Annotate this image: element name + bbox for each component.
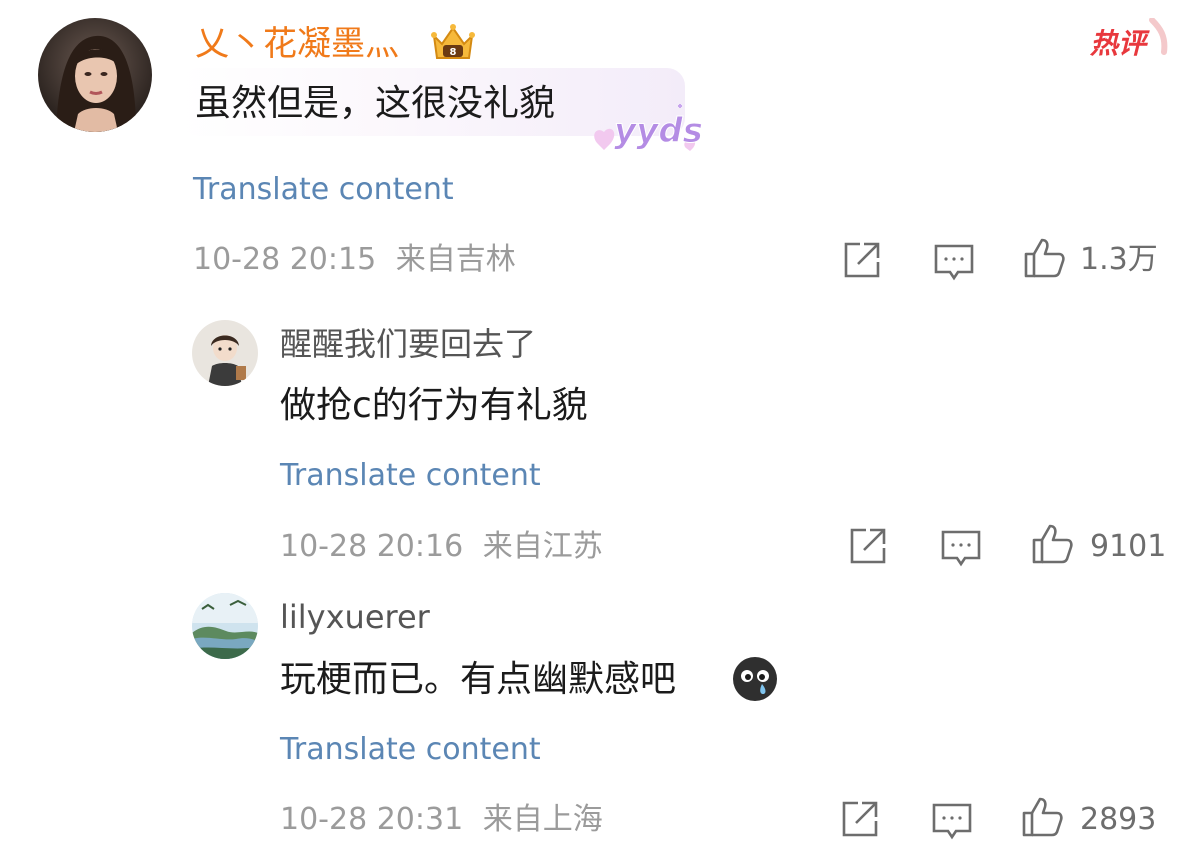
avatar[interactable] (192, 320, 258, 386)
avatar[interactable] (38, 18, 152, 132)
comment-icon[interactable] (932, 240, 976, 284)
reply-username[interactable]: 醒醒我们要回去了 (280, 322, 536, 366)
translate-link[interactable]: Translate content (280, 730, 541, 770)
hot-badge-label: 热评 (1090, 27, 1147, 60)
like-count: 1.3万 (1080, 242, 1158, 277)
svg-text:8: 8 (450, 47, 457, 58)
timestamp: 10-28 20:16 (280, 529, 464, 564)
location: 来自吉林 (395, 242, 516, 277)
thumbs-up-icon[interactable] (1030, 522, 1074, 566)
comment-username[interactable]: 乂丶花凝墨灬 (195, 20, 399, 68)
reply-text-content: 玩梗而已。有点幽默感吧 (280, 659, 677, 700)
svg-text:yyds: yyds (614, 111, 703, 151)
timestamp: 10-28 20:15 (193, 242, 377, 277)
comment-text: 虽然但是，这很没礼貌 (195, 83, 556, 124)
avatar[interactable] (192, 593, 258, 659)
reply-meta: 10-28 20:16 来自江苏 (280, 527, 603, 567)
like-count: 2893 (1080, 802, 1157, 837)
translate-link[interactable]: Translate content (280, 456, 541, 496)
comment-meta: 10-28 20:15 来自吉林 (193, 240, 516, 280)
reply-text: 做抢c的行为有礼貌 (280, 385, 588, 426)
crying-face-emoji (732, 656, 778, 702)
translate-link[interactable]: Translate content (193, 170, 454, 210)
hot-comment-badge: 热评 (1090, 18, 1170, 68)
comment-icon[interactable] (939, 526, 983, 570)
location: 来自上海 (482, 802, 603, 837)
reply-meta: 10-28 20:31 来自上海 (280, 800, 603, 840)
crown-badge-icon: 8 (428, 20, 478, 66)
timestamp: 10-28 20:31 (280, 802, 464, 837)
like-count: 9101 (1090, 529, 1167, 564)
thumbs-up-icon[interactable] (1022, 236, 1066, 280)
reply-username[interactable]: lilyxuerer (280, 595, 430, 639)
location: 来自江苏 (482, 529, 603, 564)
share-icon[interactable] (846, 524, 890, 568)
yyds-sticker: yyds (588, 92, 706, 164)
share-icon[interactable] (838, 797, 882, 841)
reply-text: 玩梗而已。有点幽默感吧 (280, 656, 676, 704)
share-icon[interactable] (840, 238, 884, 282)
comment-icon[interactable] (930, 799, 974, 843)
thumbs-up-icon[interactable] (1020, 795, 1064, 839)
